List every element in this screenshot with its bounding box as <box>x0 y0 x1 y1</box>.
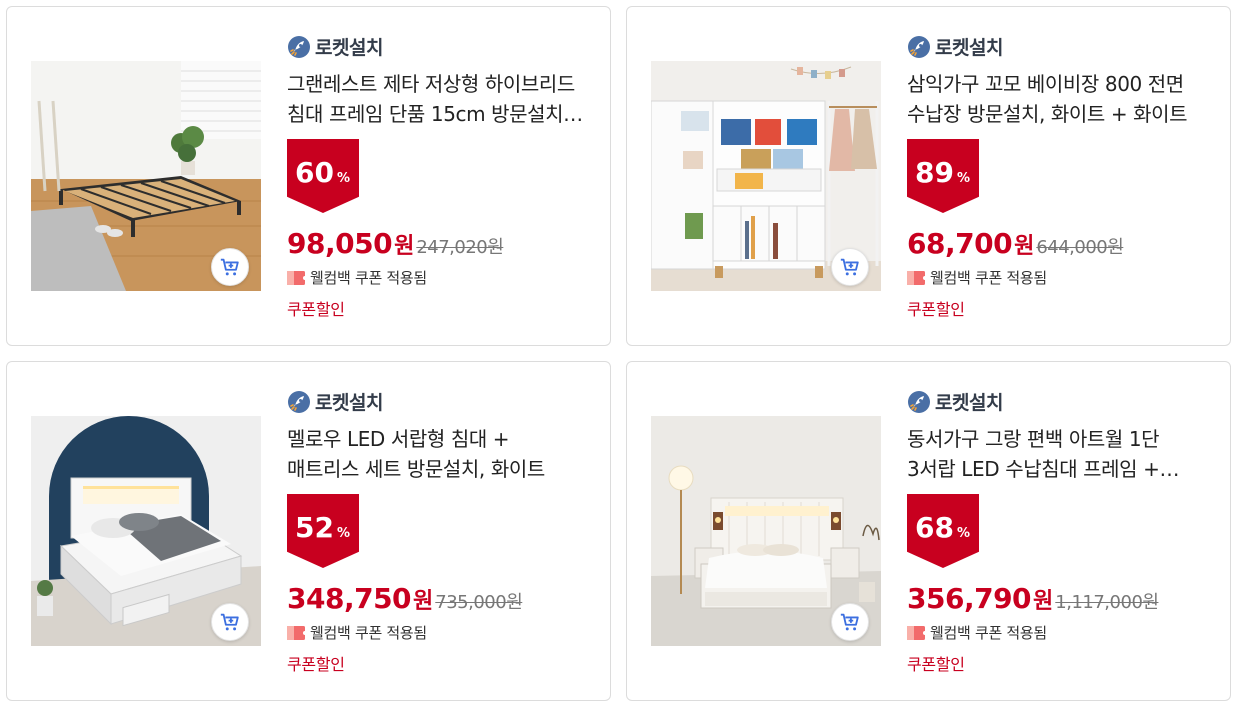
price-row: 68,700 원 644,000원 <box>907 227 1124 260</box>
coupon-info: 웰컴백 쿠폰 적용됨 <box>907 267 1047 288</box>
add-to-cart-button[interactable] <box>211 248 249 286</box>
coupon-icon <box>907 625 925 640</box>
product-title[interactable]: 그랜레스트 제타 저상형 하이브리드 침대 프레임 단품 15cm 방문설치, … <box>287 69 587 129</box>
coupon-info: 웰컴백 쿠폰 적용됨 <box>287 622 427 643</box>
price-row: 348,750 원 735,000원 <box>287 582 523 615</box>
discount-rate: 52 <box>295 511 334 544</box>
sale-price: 356,790 <box>907 582 1032 615</box>
add-to-cart-button[interactable] <box>211 603 249 641</box>
discount-badge: 68 % <box>907 494 979 568</box>
discount-badge: 52 % <box>287 494 359 568</box>
price-row: 356,790 원 1,117,000원 <box>907 582 1159 615</box>
original-price: 1,117,000원 <box>1055 592 1159 613</box>
product-title[interactable]: 동서가구 그랑 편백 아트월 1단 3서랍 LED 수납침대 프레임 + 매트리… <box>907 424 1207 484</box>
product-card[interactable]: 로켓설치 멜로우 LED 서랍형 침대 + 매트리스 세트 방문설치, 화이트 … <box>6 361 611 701</box>
coupon-info: 웰컴백 쿠폰 적용됨 <box>287 267 427 288</box>
percent-sign: % <box>336 171 350 186</box>
badge-label: 로켓설치 <box>935 37 1003 59</box>
currency-unit: 원 <box>413 589 434 614</box>
currency-unit: 원 <box>394 234 415 259</box>
add-to-cart-button[interactable] <box>831 603 869 641</box>
badge-label: 로켓설치 <box>315 37 383 59</box>
add-to-cart-button[interactable] <box>831 248 869 286</box>
sale-price: 98,050 <box>287 227 393 260</box>
coupon-applied-text: 웰컴백 쿠폰 적용됨 <box>310 624 427 642</box>
currency-unit: 원 <box>1033 589 1054 614</box>
discount-rate: 89 <box>915 156 954 189</box>
coupon-discount-label: 쿠폰할인 <box>907 655 965 674</box>
percent-sign: % <box>956 171 970 186</box>
product-title[interactable]: 멜로우 LED 서랍형 침대 + 매트리스 세트 방문설치, 화이트 <box>287 424 587 484</box>
coupon-icon <box>287 625 305 640</box>
currency-unit: 원 <box>1014 234 1035 259</box>
badge-label: 로켓설치 <box>315 392 383 414</box>
badge-label: 로켓설치 <box>935 392 1003 414</box>
coupon-applied-text: 웰컴백 쿠폰 적용됨 <box>930 269 1047 287</box>
percent-sign: % <box>956 526 970 541</box>
discount-rate: 68 <box>915 511 954 544</box>
discount-badge: 60 % <box>287 139 359 213</box>
add-to-cart-icon <box>840 613 859 631</box>
price-row: 98,050 원 247,020원 <box>287 227 504 260</box>
original-price: 644,000원 <box>1036 237 1124 258</box>
percent-sign: % <box>336 526 350 541</box>
add-to-cart-icon <box>220 613 239 631</box>
coupon-applied-text: 웰컴백 쿠폰 적용됨 <box>310 269 427 287</box>
product-card[interactable]: 로켓설치 삼익가구 꼬모 베이비장 800 전면 수납장 방문설치, 화이트 +… <box>626 6 1231 346</box>
product-card[interactable]: 로켓설치 그랜레스트 제타 저상형 하이브리드 침대 프레임 단품 15cm 방… <box>6 6 611 346</box>
rocket-icon <box>908 390 930 413</box>
product-card[interactable]: 로켓설치 동서가구 그랑 편백 아트월 1단 3서랍 LED 수납침대 프레임 … <box>626 361 1231 701</box>
rocket-icon <box>288 35 310 58</box>
add-to-cart-icon <box>840 258 859 276</box>
sale-price: 348,750 <box>287 582 412 615</box>
rocket-install-badge: 로켓설치 <box>907 33 1003 60</box>
original-price: 735,000원 <box>435 592 523 613</box>
rocket-install-badge: 로켓설치 <box>907 388 1003 415</box>
discount-badge: 89 % <box>907 139 979 213</box>
coupon-applied-text: 웰컴백 쿠폰 적용됨 <box>930 624 1047 642</box>
discount-rate: 60 <box>295 156 334 189</box>
coupon-icon <box>907 270 925 285</box>
coupon-discount-label: 쿠폰할인 <box>287 300 345 319</box>
coupon-info: 웰컴백 쿠폰 적용됨 <box>907 622 1047 643</box>
rocket-icon <box>908 35 930 58</box>
product-title[interactable]: 삼익가구 꼬모 베이비장 800 전면 수납장 방문설치, 화이트 + 화이트 <box>907 69 1207 129</box>
sale-price: 68,700 <box>907 227 1013 260</box>
original-price: 247,020원 <box>416 237 504 258</box>
coupon-discount-label: 쿠폰할인 <box>907 300 965 319</box>
rocket-install-badge: 로켓설치 <box>287 33 383 60</box>
rocket-install-badge: 로켓설치 <box>287 388 383 415</box>
rocket-icon <box>288 390 310 413</box>
add-to-cart-icon <box>220 258 239 276</box>
coupon-discount-label: 쿠폰할인 <box>287 655 345 674</box>
coupon-icon <box>287 270 305 285</box>
